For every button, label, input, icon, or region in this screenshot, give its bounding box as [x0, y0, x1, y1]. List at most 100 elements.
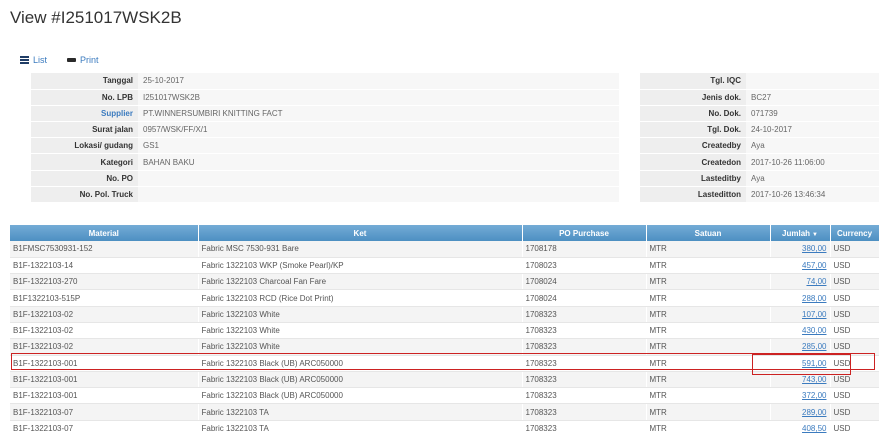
jumlah-link[interactable]: 107,00 — [802, 310, 826, 319]
table-row: B1F-1322103-02 Fabric 1322103 White 170832… — [10, 322, 879, 340]
detail-label: No. Dok. — [640, 105, 746, 123]
detail-row-tgl-iqc: Tgl. IQC — [640, 73, 879, 90]
currency-cell: USD — [830, 403, 879, 421]
toolbar: List Print — [20, 55, 99, 66]
detail-value: 071739 — [746, 105, 879, 123]
print-label: Print — [80, 55, 99, 65]
table-row: B1F-1322103-001 Fabric 1322103 Black (UB)… — [10, 371, 879, 389]
column-header-jumlah[interactable]: Jumlah ▼ — [770, 225, 831, 241]
ket-cell: Fabric 1322103 TA — [198, 420, 523, 434]
detail-label: Jenis dok. — [640, 89, 746, 106]
currency-cell: USD — [830, 355, 879, 372]
satuan-cell: MTR — [646, 371, 771, 389]
detail-row-no-lpb: No. LPB I251017WSK2B — [31, 89, 619, 106]
ket-cell: Fabric 1322103 White — [198, 306, 523, 323]
currency-cell: USD — [830, 306, 879, 323]
ket-cell: Fabric 1322103 White — [198, 338, 523, 356]
jumlah-link[interactable]: 288,00 — [802, 294, 826, 303]
jumlah-link[interactable]: 74,00 — [806, 277, 826, 286]
detail-table-left: Tanggal 25-10-2017 No. LPB I251017WSK2B Su… — [31, 73, 619, 204]
detail-label: No. PO — [31, 170, 138, 187]
currency-cell: USD — [830, 322, 879, 340]
jumlah-link[interactable]: 591,00 — [802, 359, 826, 368]
column-header-po-purchase[interactable]: PO Purchase — [522, 225, 647, 241]
material-cell: B1FMSC7530931-152 — [10, 241, 199, 258]
jumlah-link[interactable]: 408,50 — [802, 424, 826, 433]
jumlah-cell: 457,00 — [770, 257, 831, 275]
satuan-cell: MTR — [646, 257, 771, 275]
column-header-currency[interactable]: Currency — [830, 225, 879, 241]
jumlah-link[interactable]: 289,00 — [802, 408, 826, 417]
jumlah-cell: 408,50 — [770, 420, 831, 434]
column-header-ket[interactable]: Ket — [198, 225, 523, 241]
material-cell: B1F-1322103-02 — [10, 338, 199, 356]
ket-cell: Fabric 1322103 TA — [198, 403, 523, 421]
supplier-link[interactable]: Supplier — [31, 105, 138, 123]
detail-row-tgl-dok: Tgl. Dok. 24-10-2017 — [640, 121, 879, 139]
column-header-material[interactable]: Material — [10, 225, 199, 241]
jumlah-link[interactable]: 380,00 — [802, 244, 826, 253]
currency-cell: USD — [830, 420, 879, 434]
print-link[interactable]: Print — [67, 55, 99, 66]
detail-value: BAHAN BAKU — [138, 153, 619, 171]
detail-row-createdon: Createdon 2017-10-26 11:06:00 — [640, 153, 879, 171]
satuan-cell: MTR — [646, 241, 771, 258]
material-cell: B1F-1322103-001 — [10, 355, 199, 372]
page-title: View #I251017WSK2B — [10, 8, 182, 27]
material-cell: B1F-1322103-14 — [10, 257, 199, 275]
ket-cell: Fabric 1322103 White — [198, 322, 523, 340]
detail-row-lasteditby: Lasteditby Aya — [640, 170, 879, 187]
detail-value: 2017-10-26 13:46:34 — [746, 186, 879, 204]
detail-value — [746, 73, 879, 90]
jumlah-link[interactable]: 743,00 — [802, 375, 826, 384]
material-cell: B1F-1322103-07 — [10, 420, 199, 434]
satuan-cell: MTR — [646, 387, 771, 405]
detail-label: Lokasi/ gudang — [31, 137, 138, 155]
currency-cell: USD — [830, 371, 879, 389]
detail-value: BC27 — [746, 89, 879, 106]
table-row: B1F-1322103-270 Fabric 1322103 Charcoal F… — [10, 273, 879, 291]
jumlah-link[interactable]: 430,00 — [802, 326, 826, 335]
detail-label: Surat jalan — [31, 121, 138, 139]
currency-cell: USD — [830, 241, 879, 258]
table-row: B1F1322103-515P Fabric 1322103 RCD (Rice … — [10, 289, 879, 307]
ket-cell: Fabric MSC 7530-931 Bare — [198, 241, 523, 258]
po-purchase-cell: 1708323 — [522, 420, 647, 434]
list-link[interactable]: List — [20, 55, 47, 65]
table-row: B1F-1322103-07 Fabric 1322103 TA 1708323 MT… — [10, 420, 879, 434]
grid-body: B1FMSC7530931-152 Fabric MSC 7530-931 Bar… — [10, 241, 879, 434]
detail-row-lasteditton: Lasteditton 2017-10-26 13:46:34 — [640, 186, 879, 204]
satuan-cell: MTR — [646, 403, 771, 421]
po-purchase-cell: 1708323 — [522, 355, 647, 372]
jumlah-cell: 591,00 — [770, 355, 831, 372]
detail-label: Lasteditby — [640, 170, 746, 187]
jumlah-link[interactable]: 372,00 — [802, 391, 826, 400]
satuan-cell: MTR — [646, 306, 771, 323]
jumlah-cell: 372,00 — [770, 387, 831, 405]
ket-cell: Fabric 1322103 Black (UB) ARC050000 — [198, 355, 523, 372]
detail-row-no-pol-truck: No. Pol. Truck — [31, 186, 619, 204]
jumlah-link[interactable]: 457,00 — [802, 261, 826, 270]
po-purchase-cell: 1708323 — [522, 338, 647, 356]
grid-header-row: Material Ket PO Purchase Satuan Jumlah ▼ … — [10, 225, 879, 241]
material-grid: Material Ket PO Purchase Satuan Jumlah ▼ … — [10, 225, 879, 434]
detail-value: Aya — [746, 137, 879, 155]
table-row: B1F-1322103-14 Fabric 1322103 WKP (Smoke … — [10, 257, 879, 275]
column-header-satuan[interactable]: Satuan — [646, 225, 771, 241]
po-purchase-cell: 1708024 — [522, 289, 647, 307]
detail-value: 2017-10-26 11:06:00 — [746, 153, 879, 171]
table-row: B1F-1322103-07 Fabric 1322103 TA 1708323 MT… — [10, 403, 879, 421]
jumlah-link[interactable]: 285,00 — [802, 342, 826, 351]
satuan-cell: MTR — [646, 289, 771, 307]
detail-value: I251017WSK2B — [138, 89, 619, 106]
detail-label: Createdon — [640, 153, 746, 171]
currency-cell: USD — [830, 273, 879, 291]
po-purchase-cell: 1708323 — [522, 306, 647, 323]
table-row: B1F-1322103-001 Fabric 1322103 Black (UB)… — [10, 387, 879, 405]
material-cell: B1F-1322103-07 — [10, 403, 199, 421]
currency-cell: USD — [830, 257, 879, 275]
jumlah-cell: 285,00 — [770, 338, 831, 356]
sort-desc-icon: ▼ — [812, 231, 818, 238]
po-purchase-cell: 1708178 — [522, 241, 647, 258]
detail-row-lokasi: Lokasi/ gudang GS1 — [31, 137, 619, 155]
